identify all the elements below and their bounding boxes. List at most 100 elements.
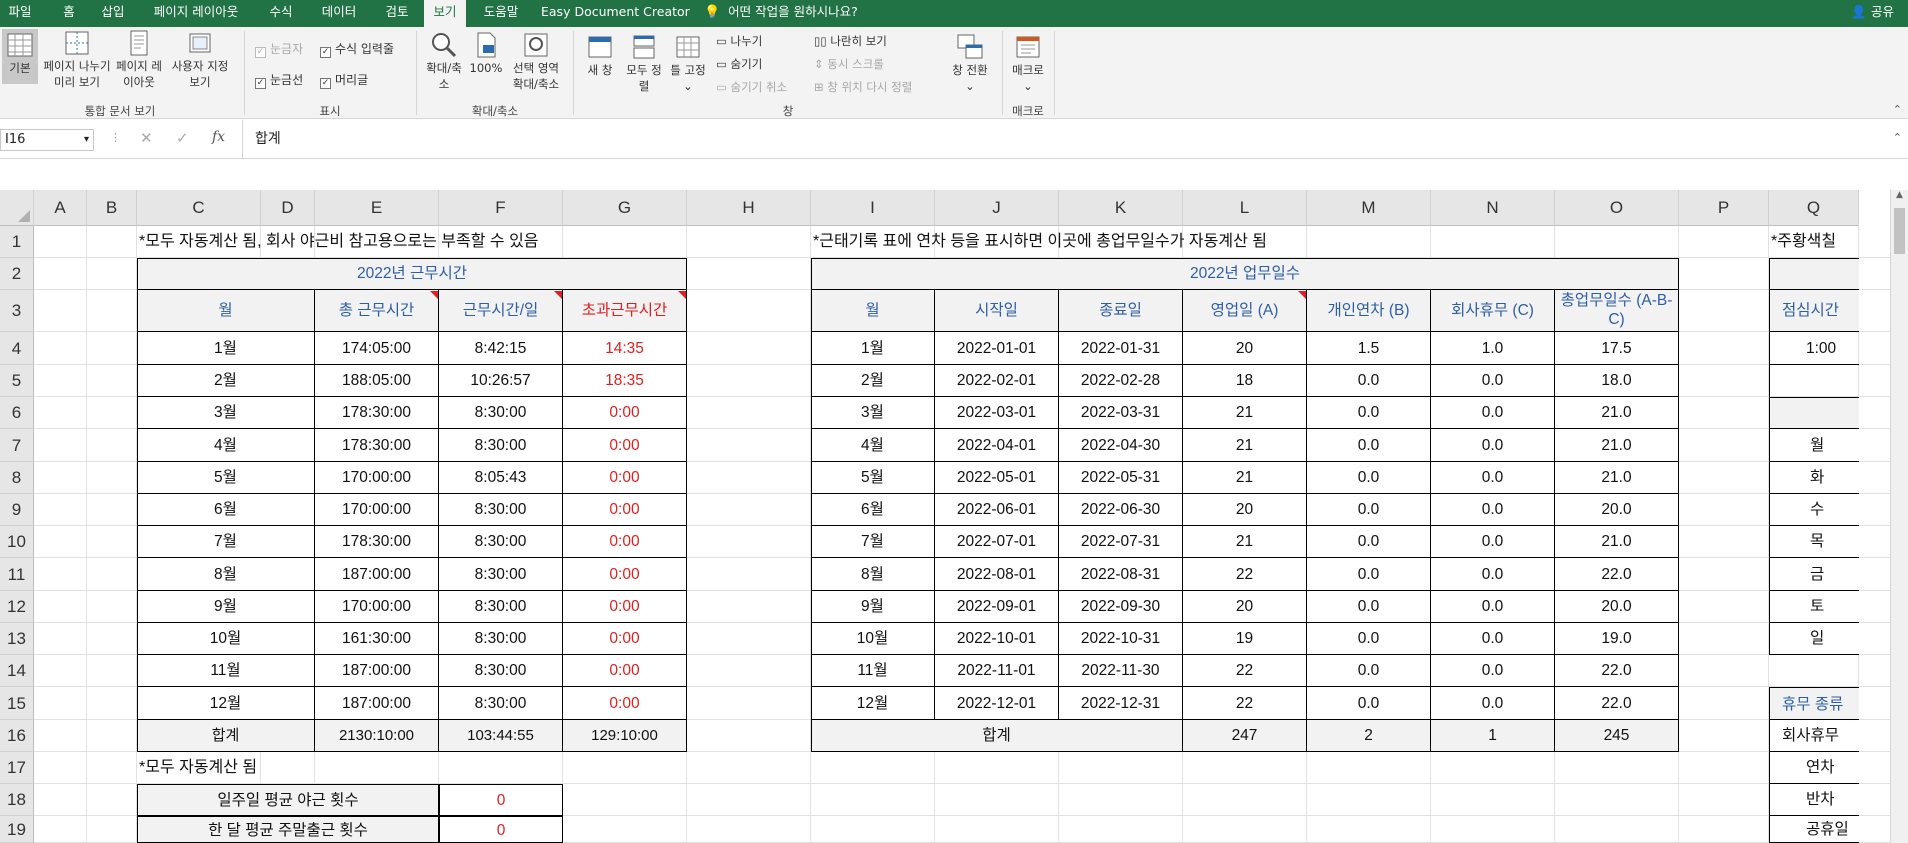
- column-header-J[interactable]: J: [935, 190, 1059, 226]
- table2-cell[interactable]: 10월: [811, 623, 935, 655]
- column-header-N[interactable]: N: [1431, 190, 1555, 226]
- table2-cell[interactable]: 0.0: [1307, 655, 1431, 687]
- tab-1[interactable]: 홈: [56, 0, 82, 27]
- row-header-2[interactable]: 2: [0, 258, 34, 290]
- macros-button[interactable]: 매크로 ⌄: [1008, 33, 1048, 94]
- table2-cell[interactable]: 1월: [811, 332, 935, 365]
- vertical-scrollbar[interactable]: ▲: [1890, 190, 1908, 843]
- note-row1-left[interactable]: *모두 자동계산 됨, 회사 야근비 참고용으로는 부족할 수 있음: [139, 226, 539, 258]
- table1-cell[interactable]: 178:30:00: [315, 429, 439, 462]
- table2-cell[interactable]: 21: [1183, 397, 1307, 429]
- view-side-by-side-button[interactable]: ▯▯ 나란히 보기: [814, 33, 887, 49]
- column-header-I[interactable]: I: [811, 190, 935, 226]
- zoom-selection-button[interactable]: 선택 영역 확대/축소: [506, 31, 566, 92]
- table2-cell[interactable]: 20.0: [1555, 494, 1679, 526]
- table1-cell[interactable]: 8:30:00: [439, 526, 563, 558]
- table2-cell[interactable]: 0.0: [1431, 526, 1555, 558]
- table2-cell[interactable]: 6월: [811, 494, 935, 526]
- zoom-100-button[interactable]: 100%: [466, 31, 506, 76]
- insert-function-icon[interactable]: fx: [212, 129, 225, 145]
- q-day[interactable]: 화: [1769, 462, 1859, 494]
- table1-cell[interactable]: 178:30:00: [315, 526, 439, 558]
- table2-cell[interactable]: 0.0: [1431, 591, 1555, 623]
- table2-cell[interactable]: 0.0: [1307, 397, 1431, 429]
- collapse-ribbon-icon[interactable]: ⌃: [1893, 103, 1902, 116]
- table2-cell[interactable]: 0.0: [1307, 591, 1431, 623]
- scroll-up-icon[interactable]: ▲: [1891, 190, 1908, 200]
- tell-me-box[interactable]: 💡 어떤 작업을 원하시나요?: [704, 0, 858, 27]
- table1-cell[interactable]: 7월: [137, 526, 315, 558]
- table2-cell[interactable]: 21: [1183, 462, 1307, 494]
- q-day[interactable]: 일: [1769, 623, 1859, 655]
- sync-scroll-button[interactable]: ⇕ 동시 스크롤: [814, 56, 884, 72]
- table2-cell[interactable]: 2022-07-01: [935, 526, 1059, 558]
- table2-total-label[interactable]: 합계: [811, 720, 1183, 752]
- tab-3[interactable]: 페이지 레이아웃: [150, 0, 242, 27]
- table1-cell[interactable]: 178:30:00: [315, 397, 439, 429]
- table1-cell[interactable]: 9월: [137, 591, 315, 623]
- q-day[interactable]: 목: [1769, 526, 1859, 558]
- page-layout-button[interactable]: 페이지 레이아웃: [116, 29, 162, 90]
- table2-cell[interactable]: 21: [1183, 526, 1307, 558]
- headings-checkbox[interactable]: ✓ 머리글: [320, 71, 368, 89]
- table2-cell[interactable]: 17.5: [1555, 332, 1679, 365]
- table1-cell[interactable]: 8:42:15: [439, 332, 563, 365]
- row-header-13[interactable]: 13: [0, 623, 34, 655]
- table2-cell[interactable]: 2022-05-31: [1059, 462, 1183, 494]
- q-r16[interactable]: 회사휴무: [1769, 720, 1859, 752]
- table2-cell[interactable]: 0.0: [1307, 462, 1431, 494]
- table2-cell[interactable]: 2022-11-01: [935, 655, 1059, 687]
- table1-cell[interactable]: 4월: [137, 429, 315, 462]
- q-day[interactable]: 수: [1769, 494, 1859, 526]
- formula-input[interactable]: 합계: [242, 120, 1908, 158]
- column-header-M[interactable]: M: [1307, 190, 1431, 226]
- row-header-4[interactable]: 4: [0, 332, 34, 365]
- table2-cell[interactable]: 0.0: [1431, 687, 1555, 720]
- row-header-9[interactable]: 9: [0, 494, 34, 526]
- table1-total[interactable]: 129:10:00: [563, 720, 687, 752]
- table1-cell[interactable]: 8:30:00: [439, 429, 563, 462]
- scrollbar-thumb[interactable]: [1894, 208, 1905, 254]
- table2-cell[interactable]: 2022-03-01: [935, 397, 1059, 429]
- table2-cell[interactable]: 5월: [811, 462, 935, 494]
- table1-total[interactable]: 103:44:55: [439, 720, 563, 752]
- hide-button[interactable]: ▭ 숨기기: [716, 56, 762, 72]
- table2-total[interactable]: 245: [1555, 720, 1679, 752]
- table2-cell[interactable]: 2022-10-01: [935, 623, 1059, 655]
- table2-cell[interactable]: 19.0: [1555, 623, 1679, 655]
- expand-formula-bar-icon[interactable]: ⌃: [1893, 131, 1902, 144]
- row-header-5[interactable]: 5: [0, 365, 34, 397]
- tab-7[interactable]: 보기: [424, 0, 466, 27]
- table2-cell[interactable]: 2022-07-31: [1059, 526, 1183, 558]
- table2-cell[interactable]: 20: [1183, 494, 1307, 526]
- split-button[interactable]: ▭ 나누기: [716, 33, 762, 49]
- table2-cell[interactable]: 21.0: [1555, 429, 1679, 462]
- table1-cell[interactable]: 18:35: [563, 365, 687, 397]
- table1-cell[interactable]: 8:30:00: [439, 558, 563, 591]
- note-row1-right[interactable]: *근태기록 표에 연차 등을 표시하면 이곳에 총업무일수가 자동계산 됨: [813, 226, 1267, 258]
- table1-cell[interactable]: 0:00: [563, 687, 687, 720]
- q-day[interactable]: 금: [1769, 558, 1859, 591]
- cancel-icon[interactable]: ✕: [140, 129, 153, 147]
- table2-cell[interactable]: 2022-12-31: [1059, 687, 1183, 720]
- tab-9[interactable]: Easy Document Creator: [541, 0, 690, 27]
- row-header-18[interactable]: 18: [0, 784, 34, 816]
- table2-cell[interactable]: 2022-01-31: [1059, 332, 1183, 365]
- tab-0[interactable]: 파일: [0, 0, 40, 27]
- table1-cell[interactable]: 8:30:00: [439, 591, 563, 623]
- table1-cell[interactable]: 0:00: [563, 655, 687, 687]
- table2-cell[interactable]: 19: [1183, 623, 1307, 655]
- table1-cell[interactable]: 0:00: [563, 462, 687, 494]
- table3-label[interactable]: 한 달 평균 주말출근 횟수: [137, 816, 439, 843]
- table2-cell[interactable]: 0.0: [1431, 623, 1555, 655]
- table1-cell[interactable]: 174:05:00: [315, 332, 439, 365]
- table2-cell[interactable]: 3월: [811, 397, 935, 429]
- table2-cell[interactable]: 2022-11-30: [1059, 655, 1183, 687]
- table2-cell[interactable]: 2022-12-01: [935, 687, 1059, 720]
- table2-total[interactable]: 2: [1307, 720, 1431, 752]
- table1-cell[interactable]: 5월: [137, 462, 315, 494]
- table2-total[interactable]: 247: [1183, 720, 1307, 752]
- table2-cell[interactable]: 2022-02-28: [1059, 365, 1183, 397]
- table1-cell[interactable]: 161:30:00: [315, 623, 439, 655]
- name-box[interactable]: I16 ▾: [0, 129, 94, 151]
